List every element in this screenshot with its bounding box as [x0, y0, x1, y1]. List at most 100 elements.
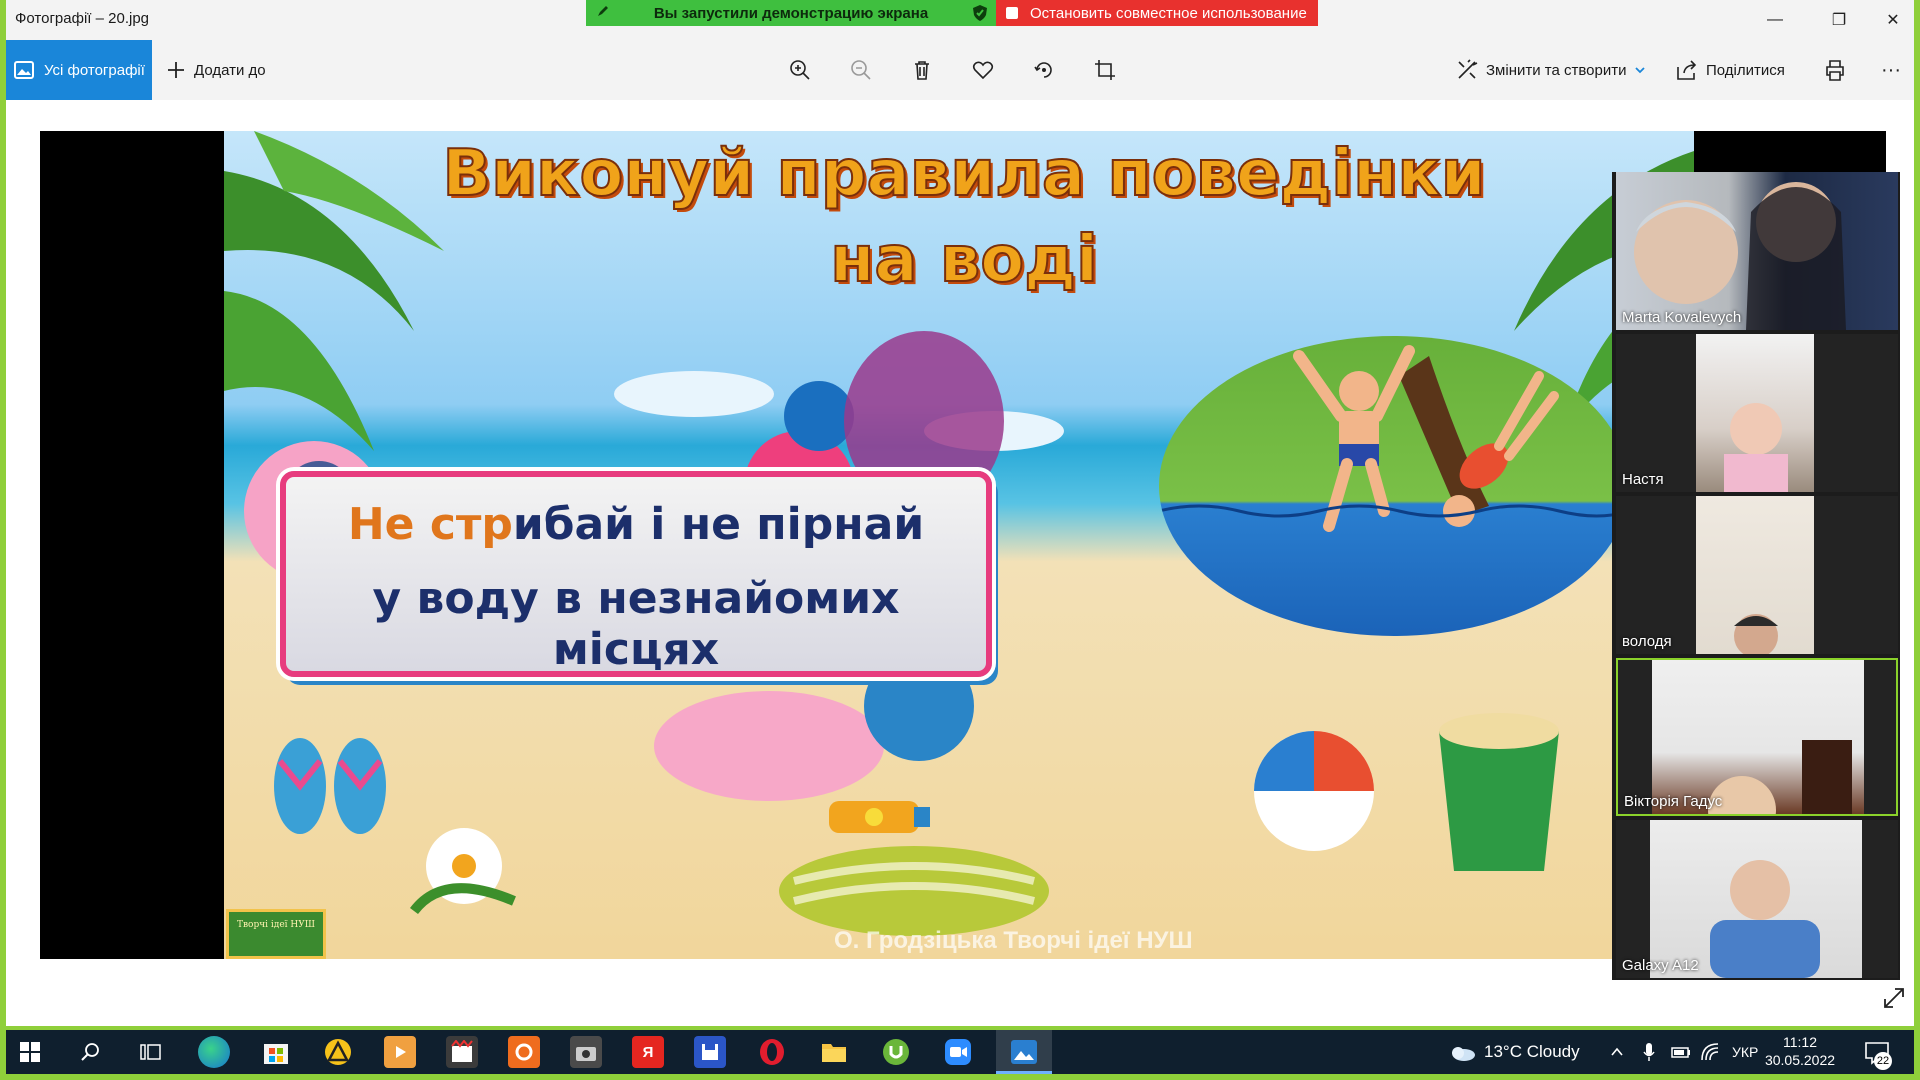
yandex-letter: Я — [642, 1043, 654, 1061]
all-photos-label: Усі фотографії — [44, 61, 145, 79]
photo-viewer[interactable]: Виконуй правила поведінки на воді Не стр… — [40, 131, 1886, 959]
pdf-reader-icon[interactable] — [508, 1036, 540, 1068]
participant-name: володя — [1622, 633, 1672, 650]
photos-app-icon[interactable] — [1008, 1036, 1040, 1068]
participant-tile[interactable]: Galaxy A12 — [1616, 820, 1898, 978]
slide-title-line-2: на воді — [829, 222, 1099, 298]
delete-icon[interactable] — [908, 56, 936, 84]
opera-icon[interactable] — [756, 1036, 788, 1068]
favorite-icon[interactable] — [969, 56, 997, 84]
media-player-icon[interactable] — [384, 1036, 416, 1068]
jumping-kids-illustration — [1159, 336, 1629, 636]
print-icon[interactable] — [1821, 56, 1849, 84]
rule-line-1-highlight: Не стр — [347, 499, 513, 550]
beach-ball — [1254, 731, 1374, 851]
stop-icon — [1006, 7, 1018, 19]
participant-name: Настя — [1622, 471, 1664, 488]
taskbar: Я 13°C Cloudy УКР 11:12 30.05.2022 22 — [6, 1030, 1914, 1074]
all-photos-button[interactable]: Усі фотографії — [6, 40, 152, 100]
zoom-in-icon[interactable] — [786, 56, 814, 84]
stop-share-label: Остановить совместное использование — [1030, 4, 1307, 22]
zoom-app-icon[interactable] — [942, 1036, 974, 1068]
flip-flops — [274, 738, 386, 834]
slide-title: Виконуй правила поведінки на воді — [434, 131, 1494, 303]
minimize-button[interactable]: — — [1752, 0, 1798, 40]
participant-video — [1650, 820, 1862, 978]
participant-video — [1652, 660, 1864, 814]
utorrent-icon[interactable] — [880, 1036, 912, 1068]
sand-bucket — [1439, 713, 1559, 871]
participant-tile[interactable]: Marta Kovalevych — [1616, 172, 1898, 330]
sunscreen-bottle — [829, 801, 930, 833]
participant-tile[interactable]: Настя — [1616, 334, 1898, 492]
beach-towel — [779, 846, 1049, 936]
participant-name: Marta Kovalevych — [1622, 309, 1742, 326]
participants-panel: Marta Kovalevych Настя володя Вікторія Г… — [1612, 172, 1900, 980]
video-editor-icon[interactable] — [446, 1036, 478, 1068]
chevron-up-icon[interactable] — [1610, 1046, 1624, 1058]
close-button[interactable]: ✕ — [1870, 0, 1916, 40]
file-explorer-icon[interactable] — [818, 1036, 850, 1068]
chevron-down-icon — [1635, 67, 1646, 74]
plus-icon — [168, 62, 184, 78]
toolbar: Усі фотографії Додати до Змінити та ство… — [6, 40, 1914, 100]
store-icon[interactable] — [260, 1036, 292, 1068]
rule-sign: Не стрибай і не пірнай у воду в незнайом… — [280, 471, 992, 677]
zoom-out-icon[interactable] — [847, 56, 875, 84]
weather-text[interactable]: 13°C Cloudy — [1484, 1030, 1580, 1074]
wifi-icon[interactable] — [1700, 1042, 1720, 1062]
time-text: 11:12 — [1783, 1034, 1817, 1050]
language-indicator[interactable]: УКР — [1732, 1030, 1758, 1074]
photos-app-window: Фотографії – 20.jpg Вы запустили демонст… — [6, 0, 1914, 1026]
date-text: 30.05.2022 — [1764, 1052, 1836, 1068]
crop-icon[interactable] — [1091, 56, 1119, 84]
task-view-icon[interactable] — [140, 1042, 162, 1062]
edit-create-button[interactable]: Змінити та створити — [1456, 40, 1646, 100]
share-button[interactable]: Поділитися — [1676, 40, 1785, 100]
stop-share-button[interactable]: Остановить совместное использование — [996, 0, 1318, 26]
rotate-icon[interactable] — [1030, 56, 1058, 84]
participant-tile[interactable]: Вікторія Гадус — [1616, 658, 1898, 816]
shield-icon — [973, 5, 987, 21]
camera-app-icon[interactable] — [570, 1036, 602, 1068]
minimize-icon: — — [1767, 11, 1783, 28]
boy-jumping — [1293, 345, 1415, 532]
pencil-icon[interactable] — [596, 4, 610, 18]
add-to-label: Додати до — [194, 61, 266, 79]
more-icon: ··· — [1881, 58, 1901, 81]
rule-line-2: у воду в незнайомих місцях — [372, 573, 900, 675]
slide-title-line-1: Виконуй правила поведінки — [441, 136, 1486, 212]
search-icon[interactable] — [80, 1042, 100, 1062]
clock[interactable]: 11:12 30.05.2022 — [1760, 1033, 1840, 1069]
share-label: Поділитися — [1706, 61, 1785, 79]
cloudy-weather-icon[interactable] — [1448, 1044, 1476, 1062]
participant-tile[interactable]: володя — [1616, 496, 1898, 654]
screen-share-banner: Вы запустили демонстрацию экрана Останов… — [586, 0, 1318, 26]
decor-bubble — [654, 691, 884, 801]
share-icon — [1677, 60, 1697, 80]
battery-icon[interactable] — [1670, 1044, 1692, 1060]
restore-button[interactable]: ❐ — [1816, 0, 1862, 40]
close-icon: ✕ — [1886, 12, 1900, 29]
slide-watermark: О. Гродзіцька Творчі ідеї НУШ — [834, 927, 1193, 954]
participant-video — [1616, 172, 1898, 330]
rule-line-1-rest: ибай і не пірнай — [512, 499, 925, 550]
save-disk-icon[interactable] — [694, 1036, 726, 1068]
microphone-icon[interactable] — [1642, 1042, 1656, 1062]
windows-start-icon[interactable] — [20, 1042, 40, 1062]
nush-logo: Творчі ідеї НУШ — [226, 909, 326, 959]
window-title: Фотографії – 20.jpg — [15, 10, 150, 27]
slide-image: Виконуй правила поведінки на воді Не стр… — [224, 131, 1694, 959]
edit-create-label: Змінити та створити — [1486, 61, 1627, 79]
rule-line-1: Не стрибай і не пірнай — [286, 499, 986, 550]
more-options-button[interactable]: ··· — [1877, 56, 1905, 84]
edge-icon[interactable] — [198, 1036, 230, 1068]
yandex-browser-icon[interactable]: Я — [632, 1036, 664, 1068]
add-to-button[interactable]: Додати до — [166, 40, 266, 100]
daemon-tools-icon[interactable] — [322, 1036, 354, 1068]
restore-icon: ❐ — [1831, 12, 1847, 29]
expand-icon[interactable] — [1882, 986, 1906, 1010]
edit-create-icon — [1458, 59, 1478, 79]
participant-video — [1696, 496, 1814, 654]
share-status: Вы запустили демонстрацию экрана — [586, 0, 996, 26]
